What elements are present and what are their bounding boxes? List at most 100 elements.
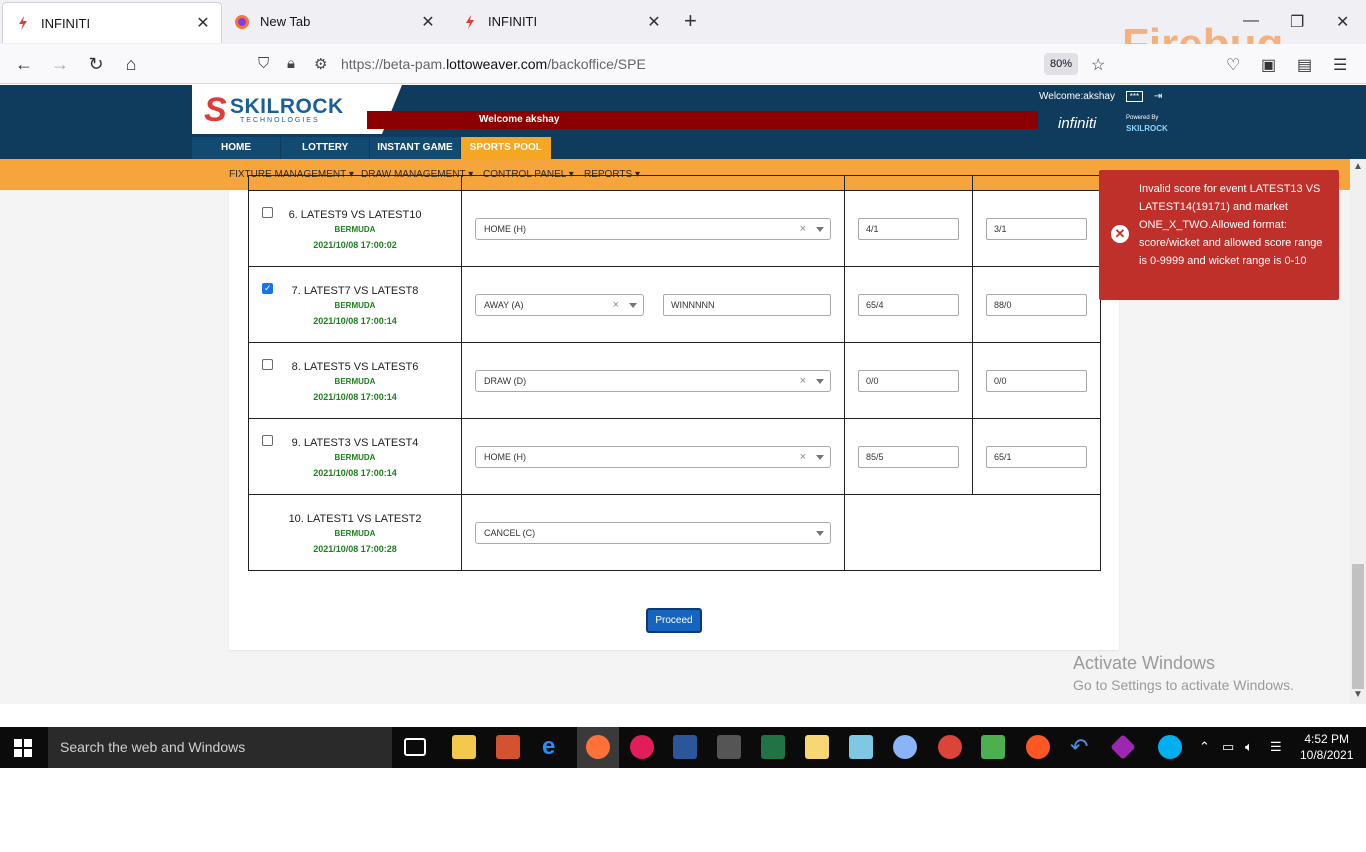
result-select[interactable]: CANCEL (C) bbox=[475, 522, 831, 544]
volume-icon[interactable]: 🔈︎ bbox=[1245, 739, 1253, 755]
windows-start-icon[interactable] bbox=[14, 739, 32, 757]
password-icon[interactable]: *** bbox=[1125, 91, 1144, 102]
skilrock-logo[interactable]: S SKILROCK TECHNOLOGIES bbox=[192, 85, 402, 134]
result-cell: HOME (H) × bbox=[461, 190, 845, 267]
away-score-input[interactable]: 65/1 bbox=[986, 446, 1087, 468]
paint-icon[interactable] bbox=[893, 735, 917, 759]
edge-icon[interactable]: e bbox=[542, 735, 566, 759]
permissions-icon[interactable]: ⚙ bbox=[314, 55, 327, 73]
event-venue: BERMUDA bbox=[334, 225, 376, 234]
shield-icon[interactable]: ⛉ bbox=[258, 55, 269, 72]
score-cell: 65/4 bbox=[844, 266, 973, 343]
scroll-down-arrow-icon[interactable]: ▼ bbox=[1353, 689, 1363, 700]
nav-home[interactable]: HOME bbox=[192, 137, 281, 159]
clear-icon[interactable]: × bbox=[613, 295, 619, 315]
chevron-down-icon[interactable] bbox=[629, 303, 637, 308]
taskbar-search-input[interactable]: Search the web and Windows bbox=[48, 727, 392, 768]
nav-sports-pool[interactable]: SPORTS POOL bbox=[460, 137, 552, 159]
result-select[interactable]: HOME (H) × bbox=[475, 446, 831, 468]
scrollbar-thumb[interactable] bbox=[1352, 564, 1364, 689]
reload-icon[interactable]: ↻ bbox=[85, 54, 107, 74]
slack-icon[interactable] bbox=[630, 735, 654, 759]
minimize-icon[interactable]: — bbox=[1243, 12, 1259, 30]
bookmark-star-icon[interactable]: ☆ bbox=[1091, 55, 1105, 75]
away-score-input[interactable]: 88/0 bbox=[986, 294, 1087, 316]
close-icon[interactable]: ✕ bbox=[418, 12, 438, 32]
git-app-icon[interactable] bbox=[1110, 734, 1136, 760]
chrome-icon[interactable] bbox=[938, 735, 962, 759]
tray-chevron-up-icon[interactable]: ⌃ bbox=[1199, 739, 1210, 755]
home-score-input[interactable]: 0/0 bbox=[858, 370, 959, 392]
notifications-icon[interactable]: ☰ bbox=[1270, 739, 1282, 755]
restore-icon[interactable]: ❐ bbox=[1290, 12, 1304, 32]
chevron-down-icon[interactable] bbox=[816, 531, 824, 536]
battery-icon[interactable]: ▭ bbox=[1222, 739, 1234, 755]
away-score-input[interactable]: 0/0 bbox=[986, 370, 1087, 392]
notes-icon[interactable] bbox=[849, 735, 873, 759]
chevron-down-icon[interactable] bbox=[816, 379, 824, 384]
chart-app-icon[interactable] bbox=[981, 735, 1005, 759]
nav-instant-game[interactable]: INSTANT GAME bbox=[370, 137, 461, 159]
extension-icon[interactable]: ▤ bbox=[1297, 55, 1312, 75]
browser-tab-new-tab[interactable]: New Tab ✕ bbox=[222, 0, 446, 43]
table-row: 9. LATEST3 VS LATEST4 BERMUDA 2021/10/08… bbox=[248, 418, 1101, 495]
event-checkbox[interactable] bbox=[262, 283, 273, 294]
result-select[interactable]: DRAW (D) × bbox=[475, 370, 831, 392]
home-score-input[interactable]: 4/1 bbox=[858, 218, 959, 240]
new-tab-plus-icon[interactable]: + bbox=[684, 10, 697, 32]
logout-icon[interactable]: ⇥ bbox=[1154, 91, 1162, 102]
table-cell bbox=[248, 175, 462, 191]
taskbar-clock[interactable]: 4:52 PM 10/8/2021 bbox=[1300, 731, 1353, 763]
proceed-button[interactable]: Proceed bbox=[646, 608, 702, 633]
chevron-down-icon[interactable] bbox=[816, 455, 824, 460]
event-checkbox[interactable] bbox=[262, 207, 273, 218]
clear-icon[interactable]: × bbox=[800, 371, 806, 391]
error-x-icon: ✕ bbox=[1111, 225, 1129, 243]
pocket-icon[interactable]: ♡ bbox=[1226, 55, 1240, 75]
nav-lottery[interactable]: LOTTERY bbox=[281, 137, 371, 159]
arrow-app-icon[interactable]: ↶ bbox=[1070, 735, 1094, 759]
event-name: 9. LATEST3 VS LATEST4 bbox=[291, 437, 419, 449]
window-close-icon[interactable]: ✕ bbox=[1336, 12, 1349, 32]
away-score-input[interactable]: 3/1 bbox=[986, 218, 1087, 240]
browser-tab-infiniti-active[interactable]: INFINITI ✕ bbox=[2, 2, 222, 43]
back-arrow-icon[interactable]: ← bbox=[13, 54, 35, 74]
excel-icon[interactable] bbox=[761, 735, 785, 759]
menu-hamburger-icon[interactable]: ☰ bbox=[1333, 55, 1347, 75]
clear-icon[interactable]: × bbox=[800, 219, 806, 239]
firefox-taskbar-icon[interactable] bbox=[586, 735, 610, 759]
close-icon[interactable]: ✕ bbox=[644, 12, 664, 32]
error-toast[interactable]: ✕ Invalid score for event LATEST13 VS LA… bbox=[1099, 170, 1339, 300]
pen-app-icon[interactable] bbox=[1026, 735, 1050, 759]
result-select[interactable]: AWAY (A) × bbox=[475, 294, 644, 316]
store-icon[interactable] bbox=[717, 735, 741, 759]
result-text-input[interactable]: WINNNNN bbox=[663, 294, 831, 316]
page-scrollbar[interactable]: ▲ ▼ bbox=[1350, 159, 1366, 704]
folder-icon[interactable] bbox=[805, 735, 829, 759]
home-score-input[interactable]: 85/5 bbox=[858, 446, 959, 468]
skype-icon[interactable] bbox=[1158, 735, 1182, 759]
result-select[interactable]: HOME (H) × bbox=[475, 218, 831, 240]
activate-windows-title: Activate Windows bbox=[1073, 653, 1216, 673]
home-score-input[interactable]: 65/4 bbox=[858, 294, 959, 316]
table-cell bbox=[972, 175, 1101, 191]
event-cell: 9. LATEST3 VS LATEST4 BERMUDA 2021/10/08… bbox=[248, 418, 462, 495]
event-date: 2021/10/08 17:00:14 bbox=[313, 316, 397, 326]
selenium-icon[interactable]: ▣ bbox=[1261, 55, 1276, 75]
scroll-up-arrow-icon[interactable]: ▲ bbox=[1353, 161, 1363, 172]
file-explorer-icon[interactable] bbox=[452, 735, 476, 759]
powerpoint-icon[interactable] bbox=[496, 735, 520, 759]
chevron-down-icon[interactable] bbox=[816, 227, 824, 232]
zoom-level-badge[interactable]: 80% bbox=[1044, 53, 1078, 75]
word-icon[interactable] bbox=[673, 735, 697, 759]
close-icon[interactable]: ✕ bbox=[193, 13, 213, 33]
event-checkbox[interactable] bbox=[262, 435, 273, 446]
clear-icon[interactable]: × bbox=[800, 447, 806, 467]
forward-arrow-icon[interactable]: → bbox=[49, 54, 71, 74]
home-icon[interactable]: ⌂ bbox=[120, 54, 142, 74]
task-view-icon[interactable] bbox=[404, 738, 426, 756]
lock-icon[interactable]: 🔒︎ bbox=[287, 55, 295, 72]
event-checkbox[interactable] bbox=[262, 359, 273, 370]
browser-tab-infiniti[interactable]: INFINITI ✕ bbox=[450, 0, 672, 43]
url-bar[interactable]: https://beta-pam.lottoweaver.com/backoff… bbox=[341, 56, 646, 72]
